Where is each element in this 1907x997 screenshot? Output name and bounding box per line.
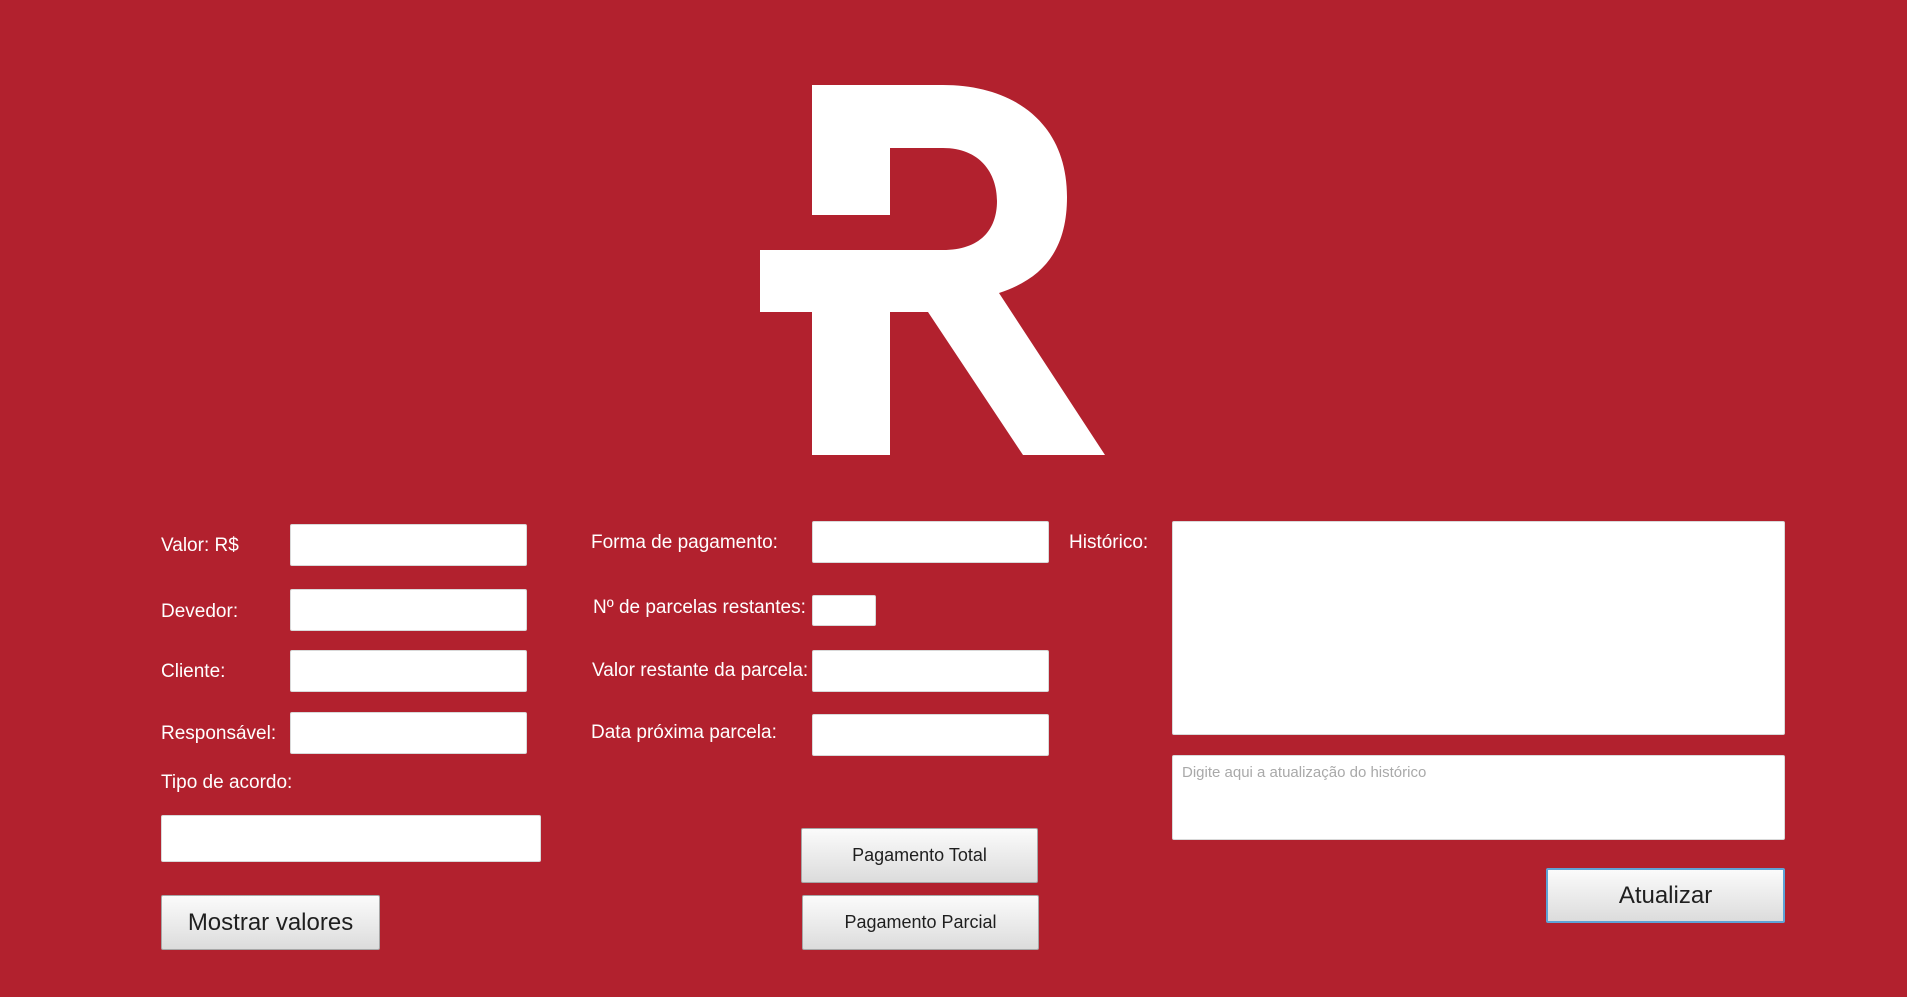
valor-restante-label: Valor restante da parcela: xyxy=(592,660,809,681)
tipo-acordo-label: Tipo de acordo: xyxy=(161,772,293,793)
historico-textarea[interactable] xyxy=(1172,521,1785,735)
responsavel-input[interactable] xyxy=(290,712,527,754)
forma-pagamento-label: Forma de pagamento: xyxy=(591,532,778,553)
data-proxima-label: Data próxima parcela: xyxy=(591,722,777,743)
devedor-label: Devedor: xyxy=(161,601,239,622)
cliente-input[interactable] xyxy=(290,650,527,692)
pagamento-total-button[interactable]: Pagamento Total xyxy=(801,828,1038,883)
cliente-label: Cliente: xyxy=(161,661,226,682)
historico-label: Histórico: xyxy=(1069,532,1149,553)
tipo-acordo-input[interactable] xyxy=(161,815,541,862)
mostrar-valores-button[interactable]: Mostrar valores xyxy=(161,895,380,950)
valor-input[interactable] xyxy=(290,524,527,566)
parcelas-restantes-input[interactable] xyxy=(812,595,876,626)
pagamento-parcial-button[interactable]: Pagamento Parcial xyxy=(802,895,1039,950)
valor-label: Valor: R$ xyxy=(161,535,239,556)
valor-restante-input[interactable] xyxy=(812,650,1049,692)
parcelas-restantes-label: Nº de parcelas restantes: xyxy=(593,597,806,618)
r-logo xyxy=(760,85,1105,455)
responsavel-label: Responsável: xyxy=(161,723,277,744)
historico-update-textarea[interactable] xyxy=(1172,755,1785,840)
forma-pagamento-input[interactable] xyxy=(812,521,1049,563)
devedor-input[interactable] xyxy=(290,589,527,631)
atualizar-button[interactable]: Atualizar xyxy=(1546,868,1785,923)
data-proxima-input[interactable] xyxy=(812,714,1049,756)
